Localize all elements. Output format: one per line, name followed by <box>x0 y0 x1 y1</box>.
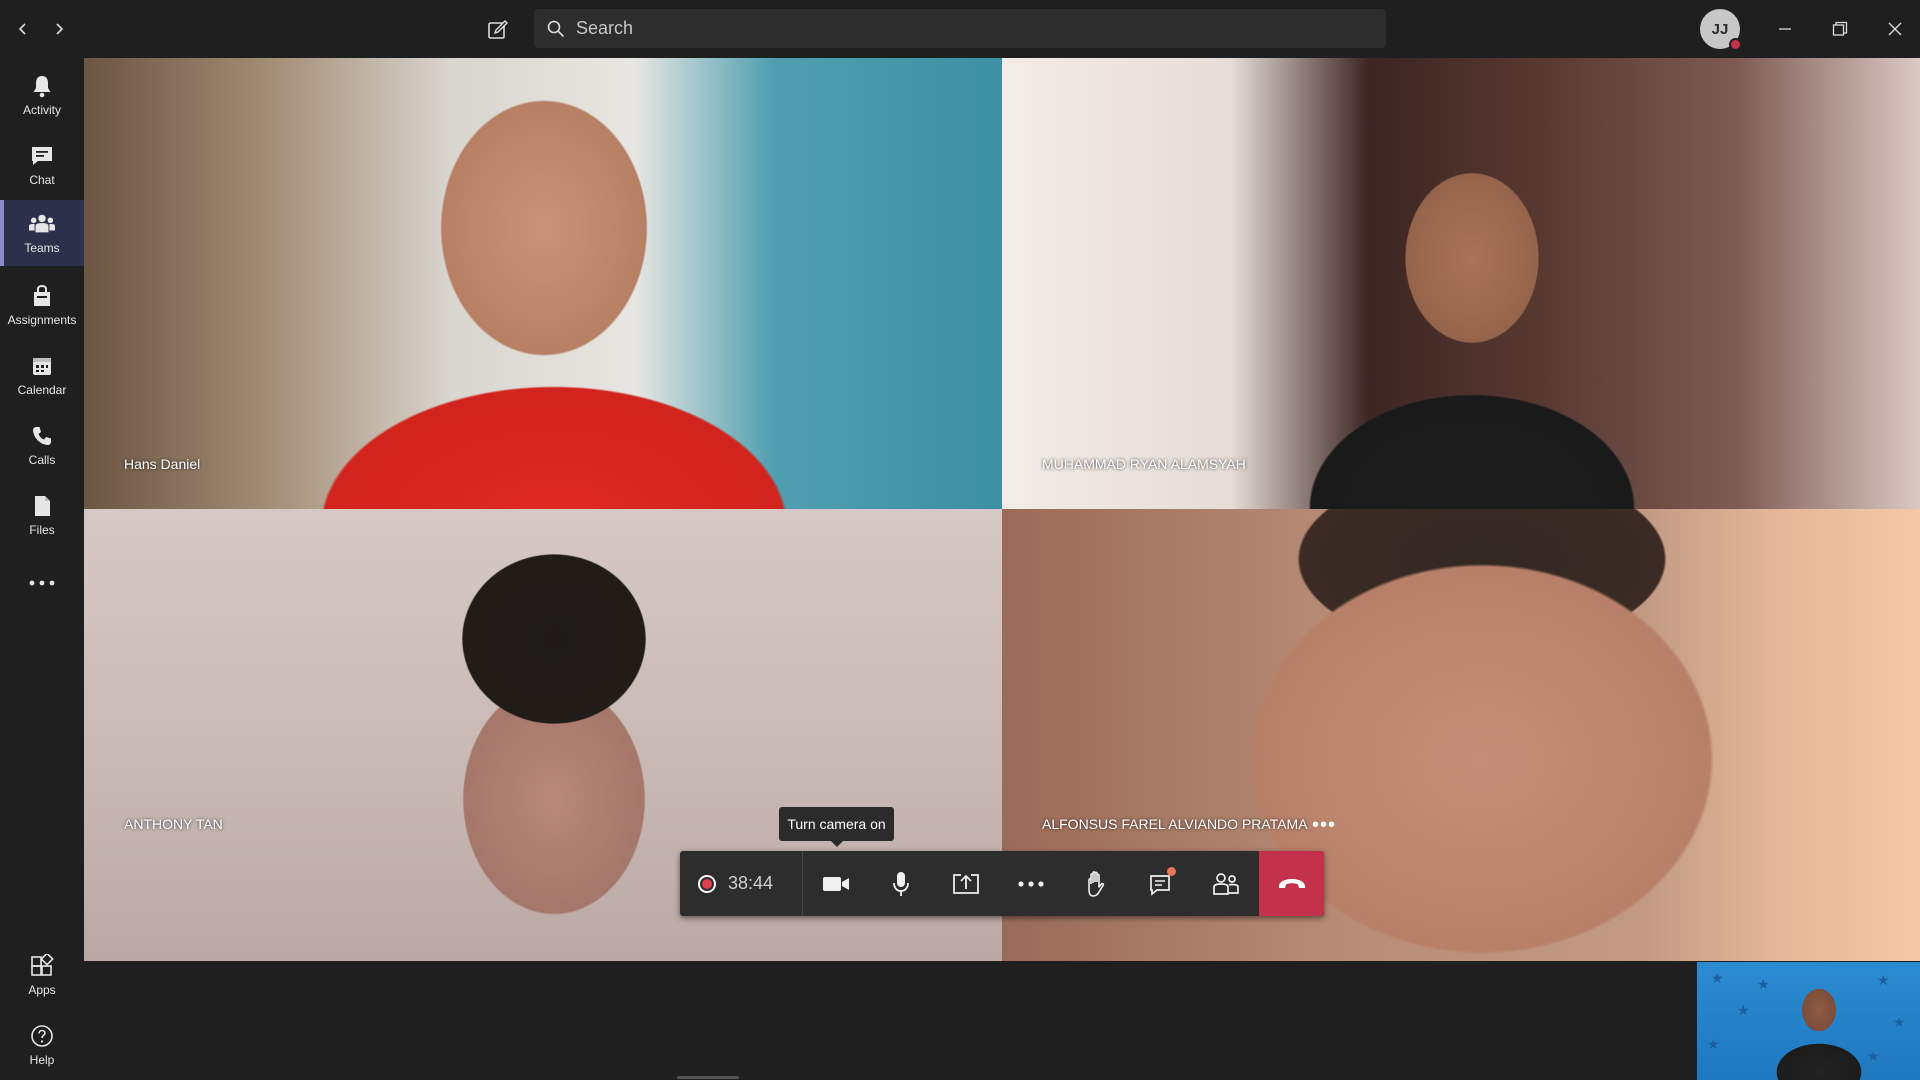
presence-busy-dot <box>1729 38 1742 51</box>
more-icon <box>29 570 55 596</box>
star-icon: ★ <box>1707 1036 1720 1052</box>
hang-up-button[interactable] <box>1259 851 1324 916</box>
rail-label: Calendar <box>17 383 67 397</box>
video-tile[interactable]: Hans Daniel <box>84 58 1002 509</box>
rail-item-activity[interactable]: Activity <box>0 62 84 128</box>
more-icon <box>1017 880 1044 887</box>
participant-more-options-icon[interactable]: ••• <box>1312 814 1336 837</box>
star-icon: ★ <box>1867 1048 1880 1064</box>
star-icon: ★ <box>1893 1014 1906 1030</box>
video-tile[interactable]: MUHAMMAD RYAN ALAMSYAH <box>1002 58 1920 509</box>
raise-hand-button[interactable] <box>1063 851 1128 916</box>
unread-badge <box>1167 867 1176 876</box>
star-icon: ★ <box>1711 970 1724 986</box>
rail-label: Activity <box>22 103 61 117</box>
star-icon: ★ <box>1737 1002 1750 1018</box>
user-avatar[interactable]: JJ <box>1700 9 1742 51</box>
rail-item-calls[interactable]: Calls <box>0 412 84 478</box>
participant-name: Hans Daniel <box>124 456 201 472</box>
assignments-icon <box>29 283 55 309</box>
rail-label: Apps <box>28 983 56 997</box>
microphone-icon <box>892 871 909 896</box>
close-icon[interactable] <box>1880 14 1910 44</box>
chat-icon <box>29 143 55 169</box>
rail-label: Assignments <box>7 313 77 327</box>
rail-label: Teams <box>24 241 60 255</box>
rail-item-help[interactable]: Help <box>0 1012 84 1078</box>
star-icon: ★ <box>1757 976 1770 992</box>
rail-label: Chat <box>29 173 55 187</box>
minimize-icon[interactable] <box>1770 14 1800 44</box>
bell-icon <box>29 73 55 99</box>
search-icon <box>546 19 566 39</box>
restore-icon[interactable] <box>1825 14 1855 44</box>
participant-name: ALFONSUS FAREL ALVIANDO PRATAMA <box>1042 816 1308 832</box>
avatar-initials: JJ <box>1711 20 1729 38</box>
participants-icon <box>1212 872 1239 895</box>
record-icon <box>698 874 716 893</box>
title-bar: JJ <box>0 0 1920 58</box>
raise-hand-icon <box>1087 870 1104 897</box>
rail-item-chat[interactable]: Chat <box>0 132 84 198</box>
microphone-button[interactable] <box>868 851 933 916</box>
self-view-video[interactable]: ★ ★ ★ ★ ★ ★ ★ <box>1697 962 1920 1080</box>
new-chat-compose-icon[interactable] <box>484 16 512 44</box>
rail-label: Calls <box>28 453 56 467</box>
video-camera-icon <box>822 876 849 891</box>
more-actions-button[interactable] <box>998 851 1063 916</box>
call-timer: 38:44 <box>728 873 774 893</box>
phone-icon <box>29 423 55 449</box>
rail-item-calendar[interactable]: Calendar <box>0 342 84 408</box>
files-icon <box>29 493 55 519</box>
chat-toggle-button[interactable] <box>1128 851 1193 916</box>
more-apps-button[interactable] <box>0 552 84 618</box>
back-icon[interactable] <box>10 16 36 42</box>
recording-indicator: 38:44 <box>680 851 803 916</box>
rail-item-assignments[interactable]: Assignments <box>0 272 84 338</box>
star-icon: ★ <box>1877 972 1890 988</box>
calendar-icon <box>29 353 55 379</box>
search-bar[interactable] <box>534 9 1386 48</box>
rail-item-files[interactable]: Files <box>0 482 84 548</box>
rail-item-apps[interactable]: Apps <box>0 942 84 1008</box>
participant-name: MUHAMMAD RYAN ALAMSYAH <box>1042 456 1246 472</box>
rail-item-teams[interactable]: Teams <box>0 200 84 266</box>
apps-icon <box>29 953 55 979</box>
search-input[interactable] <box>576 18 1356 39</box>
rail-label: Help <box>29 1053 55 1067</box>
help-icon <box>29 1023 55 1049</box>
share-screen-icon <box>952 873 979 894</box>
participant-name: ANTHONY TAN <box>124 816 223 832</box>
camera-tooltip: Turn camera on <box>779 807 894 847</box>
hang-up-icon <box>1278 878 1305 888</box>
camera-button[interactable] <box>803 851 868 916</box>
forward-icon[interactable] <box>46 16 72 42</box>
rail-label: Files <box>29 523 55 537</box>
teams-icon <box>29 211 55 237</box>
call-control-bar: 38:44 <box>680 851 1324 916</box>
scroll-indicator[interactable] <box>677 1076 739 1079</box>
share-screen-button[interactable] <box>933 851 998 916</box>
participants-button[interactable] <box>1193 851 1258 916</box>
